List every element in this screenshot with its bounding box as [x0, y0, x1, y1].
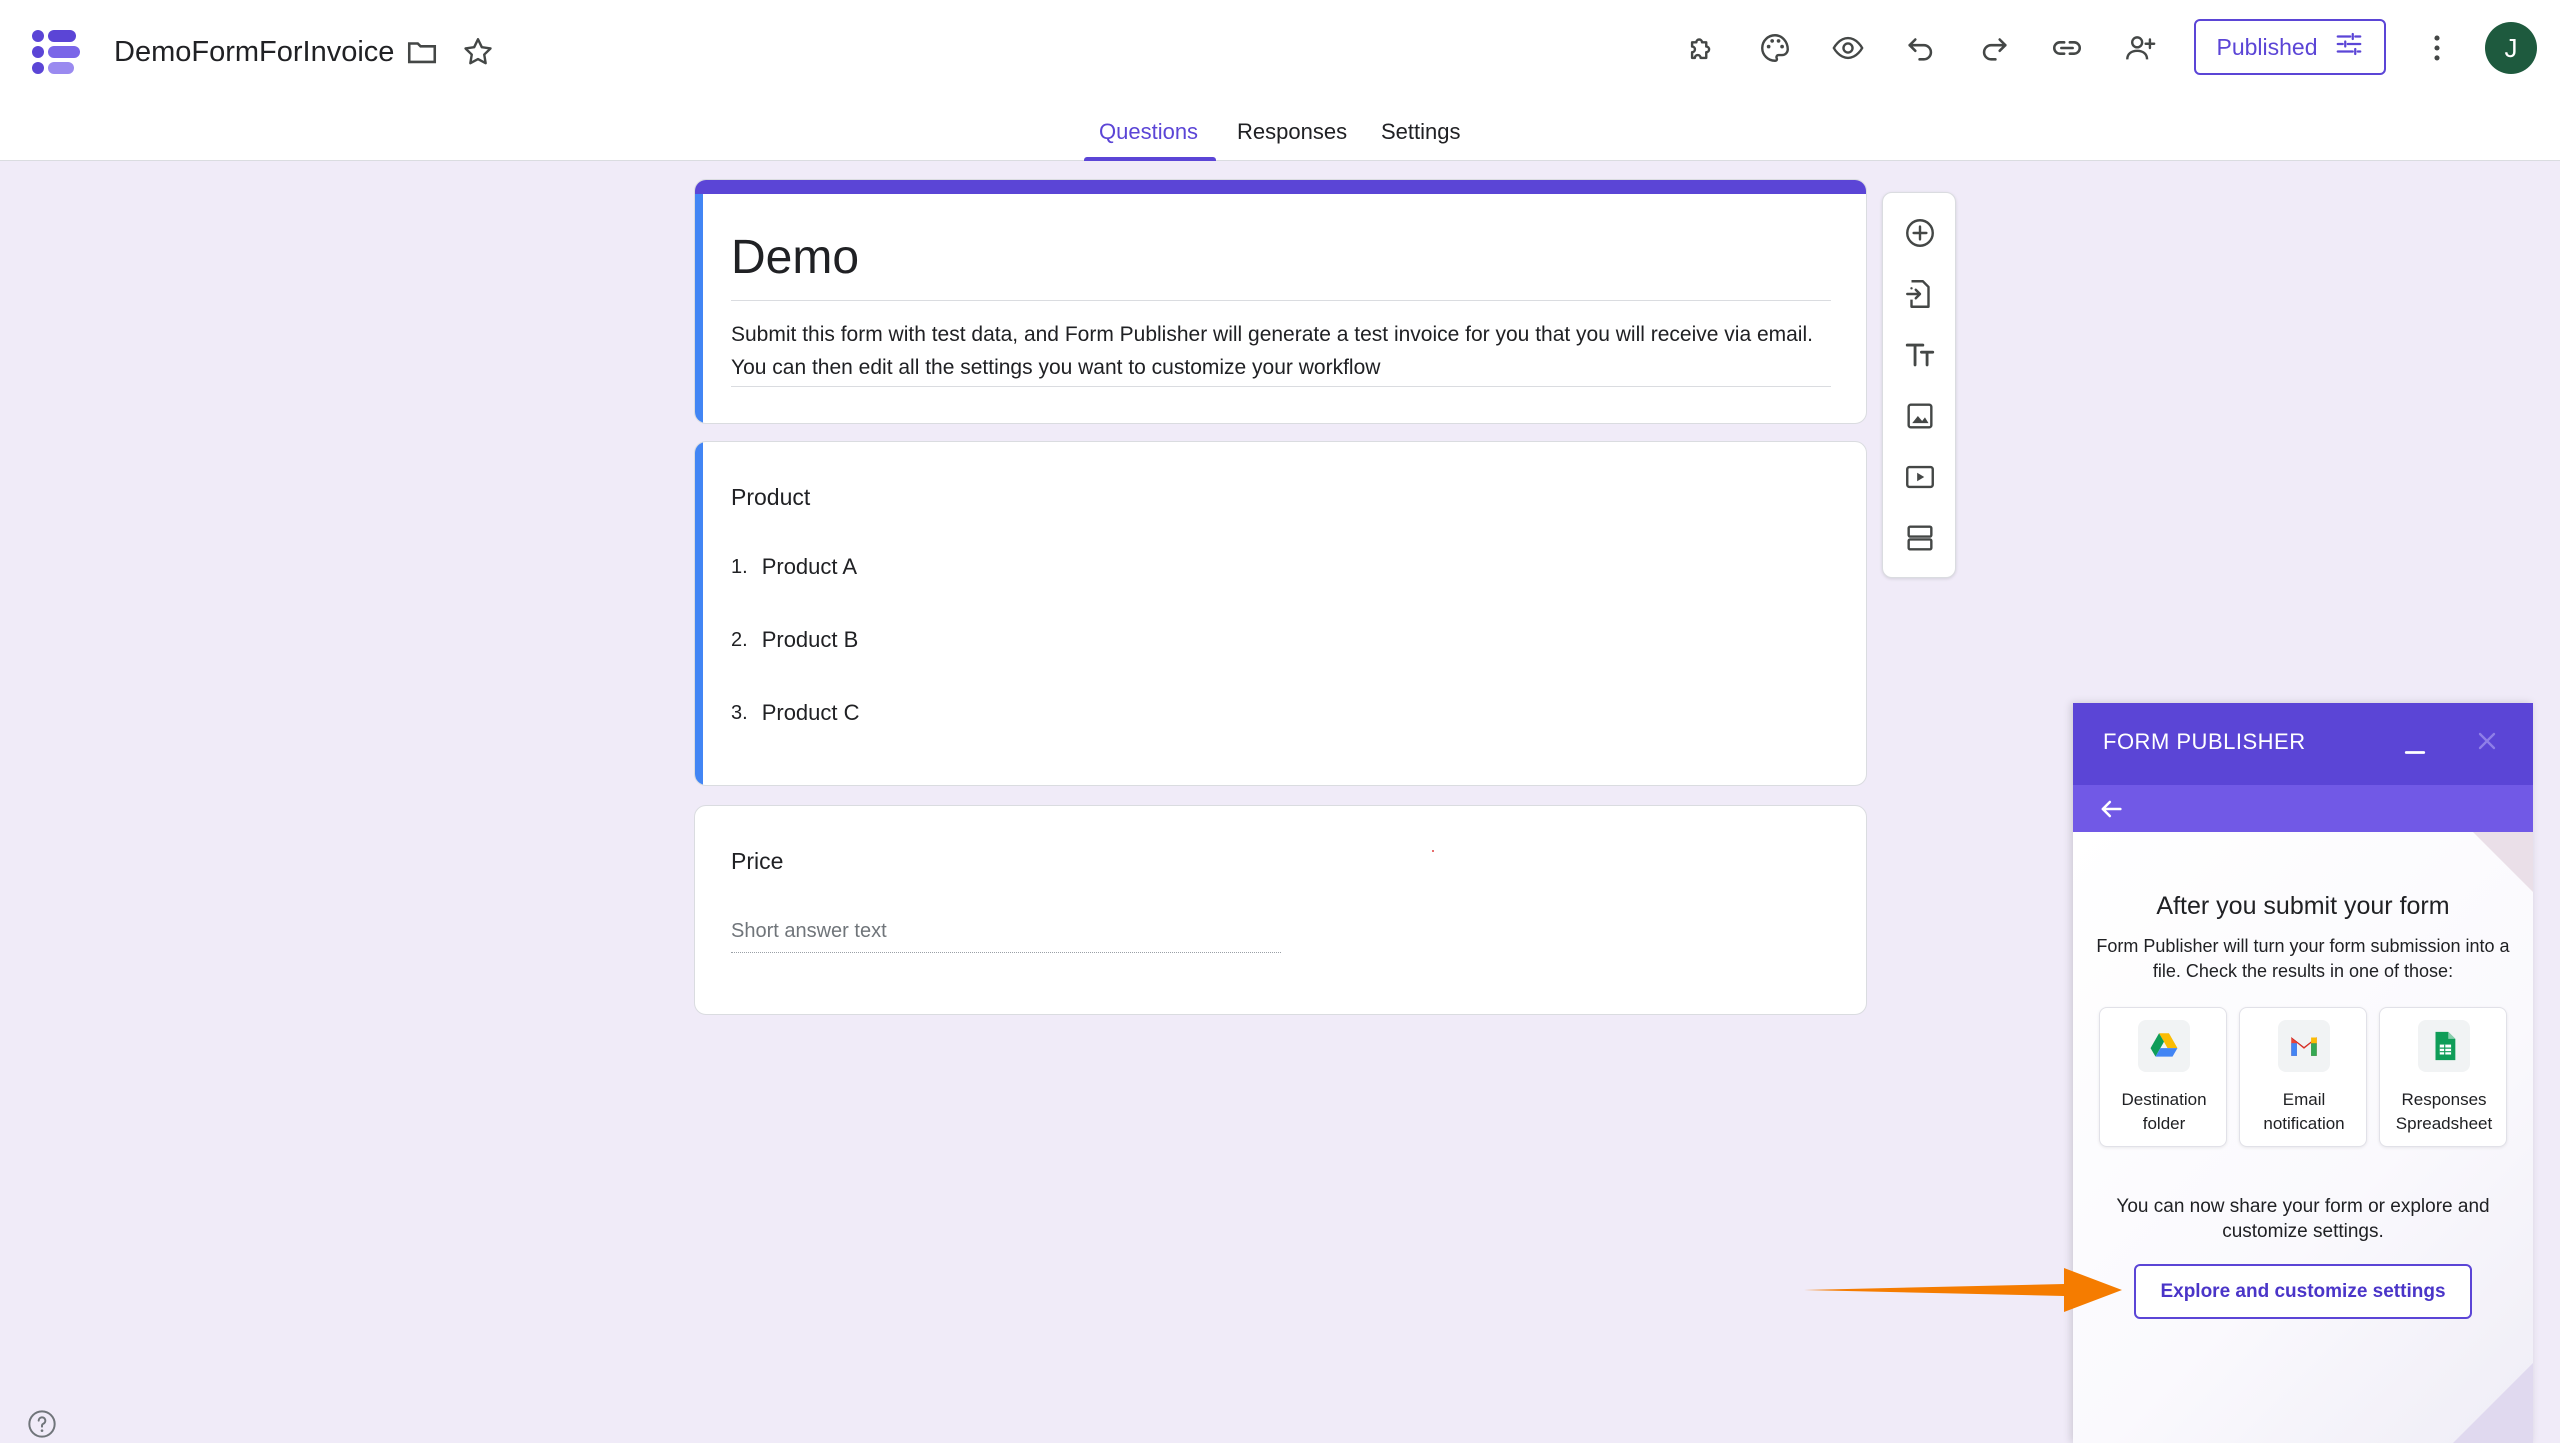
sheets-icon — [2418, 1020, 2470, 1072]
link-icon[interactable] — [2043, 24, 2091, 72]
add-video-icon[interactable] — [1896, 453, 1944, 501]
theme-topbar — [695, 180, 1866, 194]
folder-icon[interactable] — [402, 32, 442, 72]
published-button[interactable]: Published — [2194, 19, 2386, 75]
question-title[interactable]: Product — [731, 482, 810, 512]
google-drive-icon — [2138, 1020, 2190, 1072]
import-questions-icon[interactable] — [1896, 270, 1944, 318]
option-number: 2. — [731, 629, 748, 651]
decorative-corner — [2453, 1363, 2533, 1443]
add-question-icon[interactable] — [1896, 209, 1944, 257]
form-tabs: Questions Responses Settings — [0, 108, 2560, 161]
question-toolbar — [1882, 192, 1956, 578]
tab-questions[interactable]: Questions — [1099, 118, 1198, 146]
question-title[interactable]: Price — [731, 846, 783, 876]
form-publisher-subbar — [2073, 785, 2533, 832]
fp-heading: After you submit your form — [2156, 892, 2450, 920]
list-item: 1. Product A — [731, 552, 857, 582]
palette-icon[interactable] — [1751, 24, 1799, 72]
form-publisher-body: After you submit your form Form Publishe… — [2073, 832, 2533, 1443]
doc-title[interactable]: DemoFormForInvoice — [114, 32, 394, 72]
form-description[interactable]: Submit this form with test data, and For… — [731, 318, 1831, 384]
add-image-icon[interactable] — [1896, 392, 1944, 440]
question-card-product[interactable]: Product 1. Product A 2. Product B 3. Pro… — [694, 441, 1867, 786]
option-label: Product A — [761, 554, 858, 579]
selected-indicator — [695, 194, 703, 423]
callout-arrow-icon — [1804, 1268, 2122, 1312]
fp-share-text: You can now share your form or explore a… — [2116, 1196, 2490, 1242]
responses-spreadsheet-card[interactable]: Responses Spreadsheet — [2379, 1007, 2507, 1147]
tab-settings[interactable]: Settings — [1381, 118, 1461, 146]
question-card-price[interactable]: Price Short answer text — [694, 805, 1867, 1015]
sliders-icon — [2334, 29, 2364, 65]
help-icon[interactable] — [26, 1408, 58, 1440]
forms-logo-icon[interactable] — [28, 24, 84, 80]
form-publisher-header: FORM PUBLISHER — [2073, 703, 2533, 785]
app-header: DemoFormForInvoice Published J Questions… — [0, 0, 2560, 161]
redo-icon[interactable] — [1970, 24, 2018, 72]
star-icon[interactable] — [458, 32, 498, 72]
more-vert-icon[interactable] — [2413, 24, 2461, 72]
form-publisher-panel: FORM PUBLISHER After you submit your for… — [2073, 703, 2533, 1443]
eye-icon[interactable] — [1824, 24, 1872, 72]
add-section-icon[interactable] — [1896, 514, 1944, 562]
option-number: 3. — [731, 702, 748, 724]
active-tab-indicator — [1084, 157, 1216, 161]
card-label: Responses Spreadsheet — [2395, 1090, 2493, 1133]
puzzle-icon[interactable] — [1678, 24, 1726, 72]
form-title-card[interactable]: Demo Submit this form with test data, an… — [694, 179, 1867, 424]
form-title[interactable]: Demo — [731, 228, 859, 288]
card-label: Destination folder — [2121, 1090, 2207, 1133]
option-label: Product B — [761, 627, 859, 652]
decorative-corner — [2473, 832, 2533, 892]
description-underline — [731, 386, 1831, 387]
back-arrow-icon[interactable] — [2095, 793, 2127, 825]
card-label: Email notification — [2263, 1090, 2345, 1133]
list-item: 3. Product C — [731, 698, 860, 728]
add-person-icon[interactable] — [2116, 24, 2164, 72]
avatar[interactable]: J — [2485, 22, 2537, 74]
short-answer-placeholder: Short answer text — [731, 916, 1281, 953]
option-number: 1. — [731, 556, 748, 578]
close-icon[interactable] — [2465, 719, 2509, 763]
title-underline — [731, 300, 1831, 301]
selected-indicator — [695, 442, 703, 785]
minimize-icon[interactable] — [2393, 723, 2437, 767]
explore-settings-button[interactable]: Explore and customize settings — [2134, 1264, 2472, 1319]
published-label: Published — [2216, 33, 2318, 60]
gmail-icon — [2278, 1020, 2330, 1072]
undo-icon[interactable] — [1897, 24, 1945, 72]
destination-folder-card[interactable]: Destination folder — [2099, 1007, 2227, 1147]
list-item: 2. Product B — [731, 625, 858, 655]
form-publisher-title: FORM PUBLISHER — [2103, 729, 2306, 754]
fp-description: Form Publisher will turn your form submi… — [2096, 936, 2510, 981]
stray-dot — [1432, 850, 1434, 852]
add-title-icon[interactable] — [1896, 331, 1944, 379]
tab-responses[interactable]: Responses — [1237, 118, 1347, 146]
email-notification-card[interactable]: Email notification — [2239, 1007, 2367, 1147]
option-label: Product C — [761, 700, 860, 725]
